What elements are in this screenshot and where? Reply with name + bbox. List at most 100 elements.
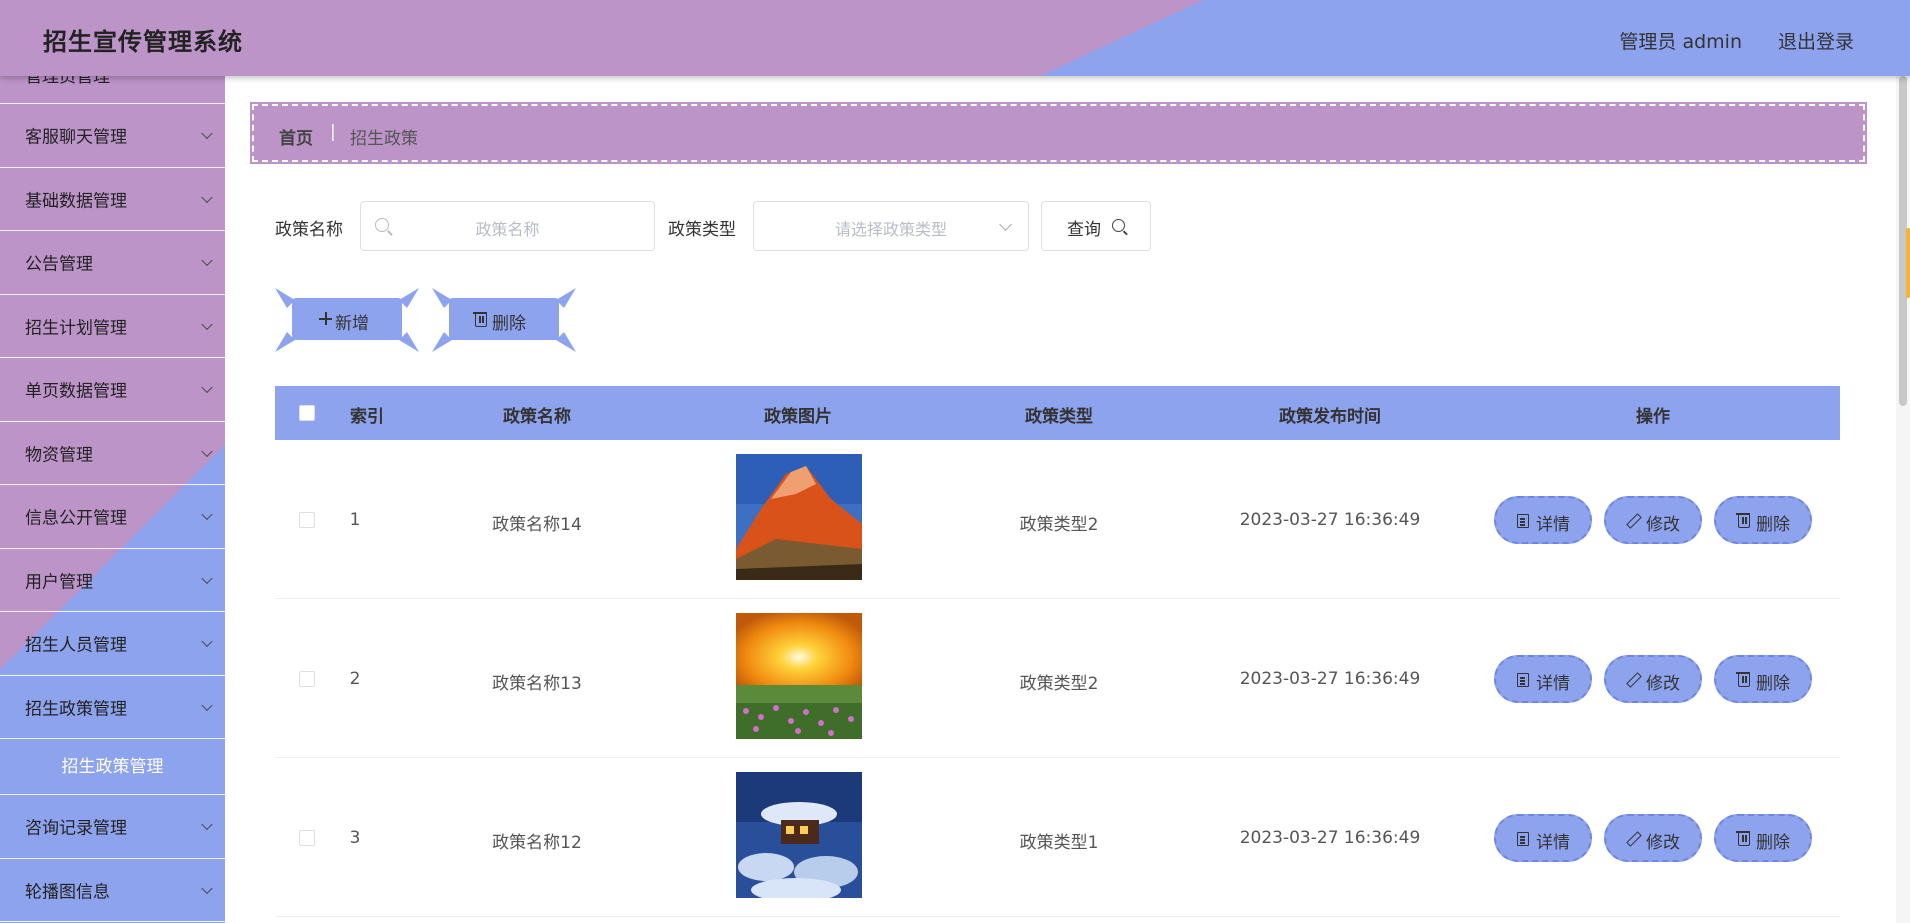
delete-label: 删除 bbox=[1756, 674, 1790, 694]
add-button[interactable]: 新增 bbox=[292, 298, 402, 340]
document-icon bbox=[1517, 832, 1529, 846]
edit-button[interactable]: 修改 bbox=[1604, 496, 1702, 544]
sidebar-item-label: 单页数据管理 bbox=[25, 381, 127, 402]
sidebar-item-label: 用户管理 bbox=[25, 572, 93, 593]
sidebar-item-carousel[interactable]: 轮播图信息 bbox=[0, 859, 225, 922]
policy-type-select[interactable]: 请选择政策类型 bbox=[753, 201, 1029, 251]
top-header: 招生宣传管理系统 管理员 admin 退出登录 bbox=[0, 0, 1910, 76]
corner-decoration bbox=[556, 288, 576, 308]
vertical-scrollbar[interactable] bbox=[1896, 76, 1910, 923]
delete-label: 删除 bbox=[1756, 515, 1790, 535]
sidebar-item-policy[interactable]: 招生政策管理 bbox=[0, 676, 225, 739]
sidebar-item-chat[interactable]: 客服聊天管理 bbox=[0, 104, 225, 168]
chevron-down-icon bbox=[201, 127, 213, 140]
row-checkbox[interactable] bbox=[299, 512, 315, 528]
policy-type-label: 政策类型 bbox=[668, 220, 736, 240]
sidebar-item-single-page[interactable]: 单页数据管理 bbox=[0, 358, 225, 422]
delete-button-label: 删除 bbox=[492, 314, 526, 334]
chevron-down-icon bbox=[201, 191, 213, 203]
row-publish-time: 2023-03-27 16:36:49 bbox=[1239, 669, 1421, 689]
sidebar-item-label: 基础数据管理 bbox=[25, 191, 127, 212]
column-header-name: 政策名称 bbox=[503, 407, 571, 427]
row-publish-time: 2023-03-27 16:36:49 bbox=[1239, 510, 1421, 530]
delete-button[interactable]: 删除 bbox=[1714, 496, 1812, 544]
breadcrumb-separator: | bbox=[330, 122, 336, 142]
edit-icon bbox=[1626, 514, 1640, 528]
sidebar-item-supplies[interactable]: 物资管理 bbox=[0, 422, 225, 485]
sidebar-item-label: 招生计划管理 bbox=[25, 318, 127, 339]
policy-table: 索引 政策名称 政策图片 政策类型 政策发布时间 操作 1 政策名称14 政策类… bbox=[275, 386, 1840, 917]
document-icon bbox=[1517, 673, 1529, 687]
row-checkbox[interactable] bbox=[299, 671, 315, 687]
sidebar-item-label: 招生政策管理 bbox=[25, 699, 127, 720]
sidebar-item-users[interactable]: 用户管理 bbox=[0, 549, 225, 612]
sidebar-item-staff[interactable]: 招生人员管理 bbox=[0, 612, 225, 676]
sidebar-item-label: 信息公开管理 bbox=[25, 508, 127, 529]
chevron-down-icon bbox=[201, 635, 213, 648]
app-title: 招生宣传管理系统 bbox=[43, 28, 243, 56]
detail-label: 详情 bbox=[1536, 833, 1570, 853]
policy-type-placeholder: 请选择政策类型 bbox=[834, 220, 947, 239]
policy-name-label: 政策名称 bbox=[275, 220, 343, 240]
column-header-type: 政策类型 bbox=[1025, 407, 1093, 427]
edit-icon bbox=[1626, 673, 1640, 687]
column-header-actions: 操作 bbox=[1636, 407, 1670, 427]
delete-button[interactable]: 删除 bbox=[1714, 814, 1812, 862]
sidebar-subitem-policy[interactable]: 招生政策管理 bbox=[0, 739, 225, 795]
policy-name-input[interactable]: 政策名称 bbox=[360, 201, 655, 251]
sidebar-item-consult[interactable]: 咨询记录管理 bbox=[0, 795, 225, 859]
chevron-down-icon bbox=[201, 508, 213, 521]
sidebar-item-label: 招生人员管理 bbox=[25, 635, 127, 656]
sunset-field-photo bbox=[736, 613, 862, 739]
trash-icon bbox=[473, 312, 487, 327]
row-policy-name: 政策名称13 bbox=[492, 674, 582, 694]
row-policy-type: 政策类型2 bbox=[1019, 674, 1099, 694]
edit-label: 修改 bbox=[1646, 674, 1680, 694]
trash-icon bbox=[1736, 672, 1750, 687]
detail-button[interactable]: 详情 bbox=[1494, 814, 1592, 862]
row-publish-time: 2023-03-27 16:36:49 bbox=[1239, 828, 1421, 848]
sidebar-item-label: 轮播图信息 bbox=[25, 882, 110, 903]
detail-button[interactable]: 详情 bbox=[1494, 655, 1592, 703]
chevron-down-icon bbox=[201, 254, 213, 267]
sidebar-item-notice[interactable]: 公告管理 bbox=[0, 231, 225, 295]
detail-button[interactable]: 详情 bbox=[1494, 496, 1592, 544]
breadcrumb-home[interactable]: 首页 bbox=[279, 124, 313, 149]
corner-decoration bbox=[399, 288, 419, 308]
sidebar-item-plan[interactable]: 招生计划管理 bbox=[0, 295, 225, 358]
row-policy-name: 政策名称14 bbox=[492, 515, 582, 535]
batch-delete-button[interactable]: 删除 bbox=[449, 298, 559, 340]
policy-name-placeholder: 政策名称 bbox=[475, 220, 540, 239]
chevron-down-icon bbox=[201, 699, 213, 711]
sidebar-item-label: 咨询记录管理 bbox=[25, 818, 127, 839]
search-icon bbox=[1112, 219, 1125, 232]
current-user: 管理员 admin bbox=[1619, 31, 1742, 53]
add-button-wrap: 新增 bbox=[275, 288, 419, 352]
edit-icon bbox=[1626, 832, 1640, 846]
row-checkbox[interactable] bbox=[299, 830, 315, 846]
chevron-down-icon bbox=[201, 381, 213, 394]
table-row: 1 政策名称14 政策类型2 2023-03-27 16:36:49 详情 修改… bbox=[275, 440, 1840, 599]
edit-button[interactable]: 修改 bbox=[1604, 655, 1702, 703]
delete-button[interactable]: 删除 bbox=[1714, 655, 1812, 703]
sidebar-item-basic-data[interactable]: 基础数据管理 bbox=[0, 168, 225, 231]
select-all-checkbox[interactable] bbox=[299, 405, 315, 421]
snow-house-photo bbox=[736, 772, 862, 898]
delete-label: 删除 bbox=[1756, 833, 1790, 853]
row-policy-type: 政策类型2 bbox=[1019, 515, 1099, 535]
sidebar-item-info-public[interactable]: 信息公开管理 bbox=[0, 485, 225, 549]
table-header: 索引 政策名称 政策图片 政策类型 政策发布时间 操作 bbox=[275, 386, 1840, 440]
sidebar-item-label: 公告管理 bbox=[25, 254, 93, 275]
detail-label: 详情 bbox=[1536, 515, 1570, 535]
trash-icon bbox=[1736, 831, 1750, 846]
query-button[interactable]: 查询 bbox=[1041, 201, 1151, 251]
edit-button[interactable]: 修改 bbox=[1604, 814, 1702, 862]
chevron-down-icon bbox=[201, 818, 213, 831]
corner-decoration bbox=[399, 332, 419, 352]
logout-button[interactable]: 退出登录 bbox=[1778, 27, 1854, 54]
breadcrumb: 首页 | 招生政策 bbox=[250, 102, 1867, 164]
sidebar: 管理员管理 客服聊天管理 基础数据管理 公告管理 招生计划管理 单页数据管理 物… bbox=[0, 60, 225, 923]
delete-button-wrap: 删除 bbox=[432, 288, 576, 352]
scroll-accent bbox=[1906, 228, 1910, 298]
chevron-down-icon bbox=[201, 882, 213, 894]
